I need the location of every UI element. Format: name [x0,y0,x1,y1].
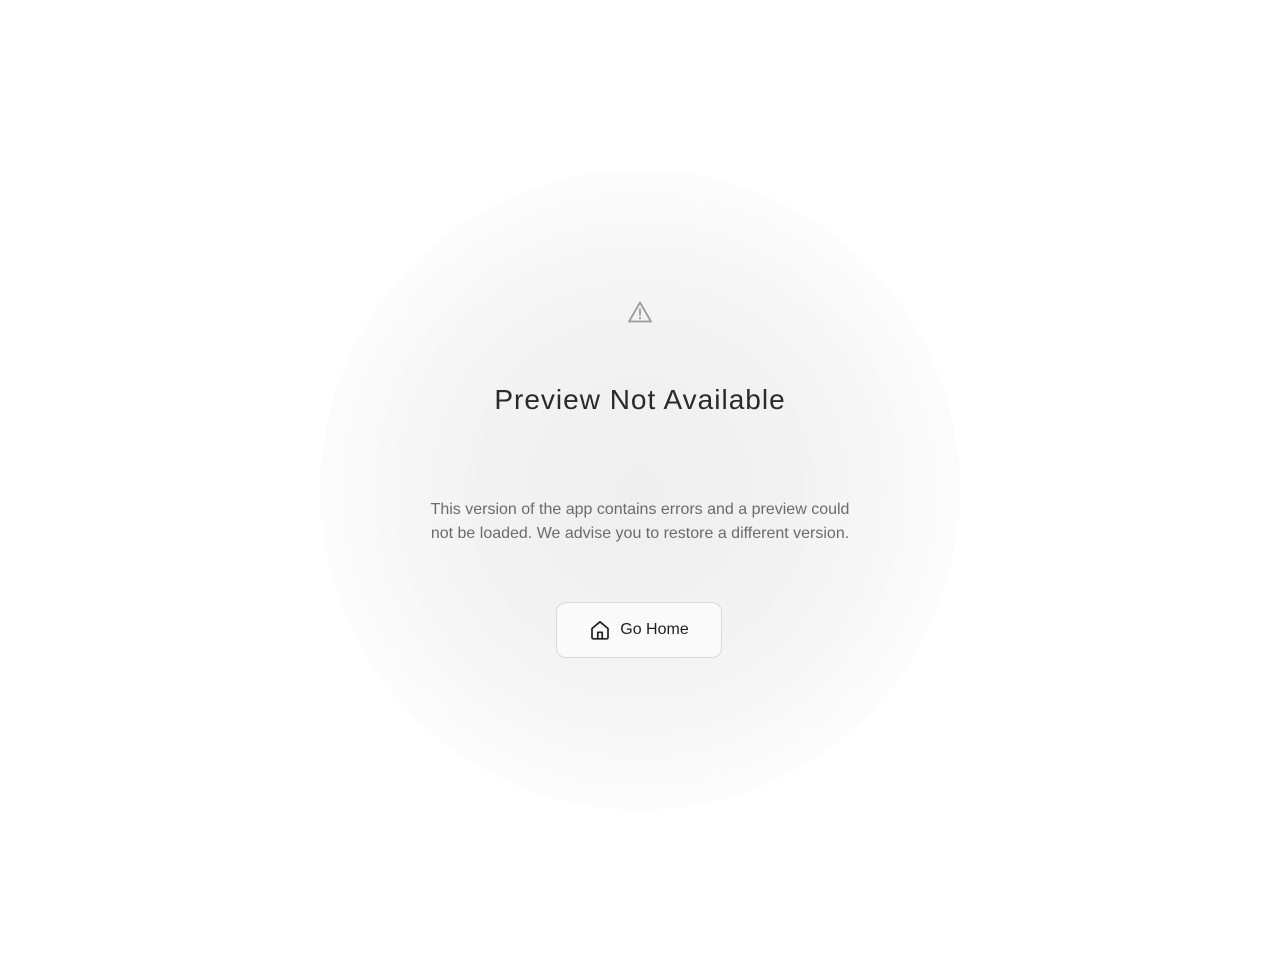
home-icon [589,619,611,641]
error-content: Preview Not Available This version of th… [0,0,1280,960]
go-home-button[interactable]: Go Home [556,602,722,658]
page-title: Preview Not Available [494,384,786,415]
error-message: This version of the app contains errors … [430,501,850,542]
go-home-label: Go Home [620,621,689,638]
preview-error-page: Preview Not Available This version of th… [0,0,1280,960]
warning-triangle-icon [627,300,653,324]
